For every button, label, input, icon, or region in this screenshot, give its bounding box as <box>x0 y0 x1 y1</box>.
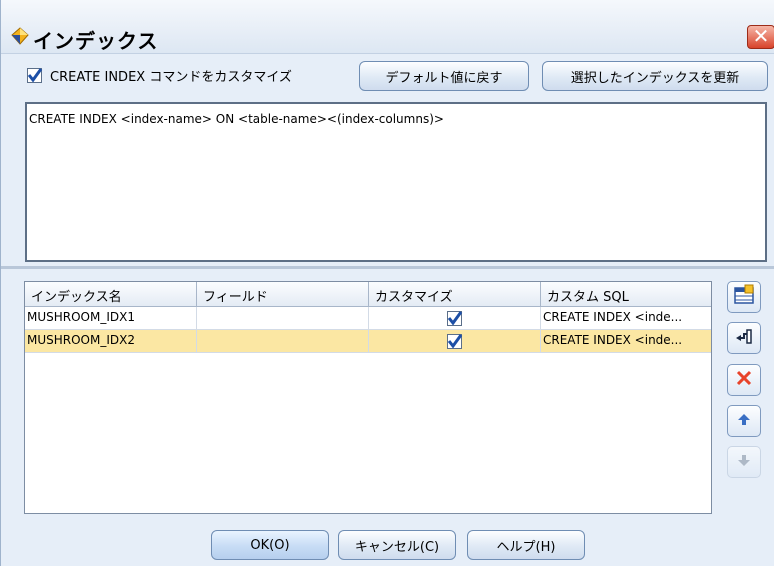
diamond-app-icon <box>11 27 29 45</box>
customize-command-checkbox[interactable] <box>27 68 43 83</box>
delete-icon <box>734 368 754 392</box>
table-header: インデックス名 フィールド カスタマイズ カスタム SQL <box>25 282 711 307</box>
update-selected-index-button[interactable]: 選択したインデックスを更新 <box>542 61 768 91</box>
move-to-bottom-icon <box>734 326 754 350</box>
add-index-button[interactable] <box>727 281 761 313</box>
help-button[interactable]: ヘルプ(H) <box>467 530 585 560</box>
reset-default-button[interactable]: デフォルト値に戻す <box>359 61 529 91</box>
ok-button[interactable]: OK(O) <box>211 530 329 560</box>
window-title: インデックス <box>33 29 159 53</box>
close-button[interactable]: ✕ <box>747 25 774 49</box>
index-table[interactable]: インデックス名 フィールド カスタマイズ カスタム SQL MUSHROOM_I… <box>24 281 712 514</box>
cell-customize[interactable] <box>369 307 541 329</box>
customize-command-label: CREATE INDEX コマンドをカスタマイズ <box>50 70 292 85</box>
cancel-button[interactable]: キャンセル(C) <box>338 530 456 560</box>
add-index-icon <box>733 284 755 310</box>
move-down-icon <box>736 452 752 472</box>
cell-custom-sql[interactable]: CREATE INDEX <inde... <box>541 330 711 352</box>
splitter[interactable] <box>1 266 774 269</box>
row-customize-checkbox[interactable] <box>447 333 463 349</box>
column-header-customize[interactable]: カスタマイズ <box>369 282 541 306</box>
cell-customize[interactable] <box>369 330 541 352</box>
table-row[interactable]: MUSHROOM_IDX2 CREATE INDEX <inde... <box>25 330 711 353</box>
cell-custom-sql[interactable]: CREATE INDEX <inde... <box>541 307 711 329</box>
cell-index-name[interactable]: MUSHROOM_IDX2 <box>25 330 197 352</box>
cell-field[interactable] <box>197 330 369 352</box>
column-header-index-name[interactable]: インデックス名 <box>25 282 197 306</box>
cell-index-name[interactable]: MUSHROOM_IDX1 <box>25 307 197 329</box>
column-header-custom-sql[interactable]: カスタム SQL <box>541 282 711 306</box>
move-up-button[interactable] <box>727 405 761 437</box>
sql-command-editor[interactable]: CREATE INDEX <index-name> ON <table-name… <box>25 102 767 262</box>
row-customize-checkbox[interactable] <box>447 310 463 326</box>
cell-field[interactable] <box>197 307 369 329</box>
index-dialog: インデックス ✕ CREATE INDEX コマンドをカスタマイズ デフォルト値… <box>0 0 774 566</box>
column-header-field[interactable]: フィールド <box>197 282 369 306</box>
move-up-icon <box>736 411 752 431</box>
customize-command-row: CREATE INDEX コマンドをカスタマイズ <box>27 66 292 85</box>
move-to-bottom-button[interactable] <box>727 322 761 354</box>
title-bar[interactable]: インデックス ✕ <box>1 0 774 54</box>
table-row[interactable]: MUSHROOM_IDX1 CREATE INDEX <inde... <box>25 307 711 330</box>
close-icon: ✕ <box>752 24 770 48</box>
move-down-button[interactable] <box>727 446 761 478</box>
delete-index-button[interactable] <box>727 364 761 396</box>
